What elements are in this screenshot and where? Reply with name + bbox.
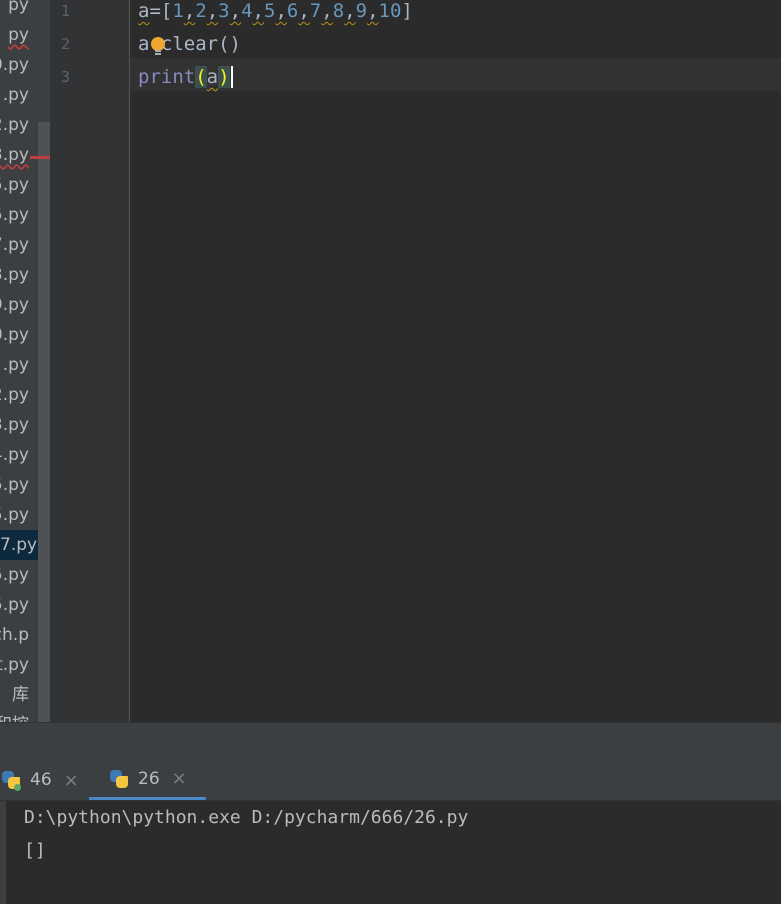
console-output-line: [] (24, 840, 46, 861)
tree-file-item[interactable]: .py (3, 80, 29, 110)
number: 8 (332, 0, 345, 22)
number: 2 (195, 0, 207, 22)
tree-file-item[interactable]: 5.py (0, 200, 29, 230)
number: 3 (218, 0, 230, 22)
comma: , (252, 0, 264, 22)
console-toolbar-strip (0, 801, 6, 904)
tree-file-item[interactable]: 4.py (0, 440, 29, 470)
tree-file-item[interactable]: 2.py (0, 380, 29, 410)
tree-file-item[interactable]: st.py (0, 650, 29, 680)
tree-scrollbar[interactable] (38, 122, 50, 760)
operator: = (149, 0, 161, 22)
paren-close: ) (218, 66, 230, 88)
tree-file-item[interactable]: 7.py (0, 230, 29, 260)
builtin-print: print (138, 66, 196, 88)
close-icon[interactable]: × (172, 768, 187, 789)
paren-open: ( (195, 66, 207, 88)
close-icon[interactable]: × (64, 770, 79, 791)
tree-file-item[interactable]: 3.py (0, 410, 29, 440)
comma: , (344, 0, 356, 22)
tree-file-item[interactable]: 2.py (0, 110, 29, 140)
comma: , (206, 0, 219, 22)
tree-file-item[interactable]: 0.py (0, 320, 29, 350)
run-console[interactable]: D:\python\python.exe D:/pycharm/666/26.p… (0, 801, 781, 904)
tree-file-item[interactable]: ratch.p (0, 620, 29, 650)
tab-run-46[interactable]: 46 × (0, 760, 79, 800)
var-a: a (138, 33, 150, 55)
number: 9 (355, 0, 368, 22)
number: 1 (172, 0, 184, 22)
number: 7 (309, 0, 322, 22)
line-number: 3 (61, 68, 71, 86)
project-tree: pypy0.py.py2.py3.py5.py5.py7.py3.py9.py0… (0, 0, 50, 760)
lightbulb-icon[interactable] (151, 37, 165, 55)
python-icon (108, 768, 130, 790)
tab-run-26[interactable]: 26 × (89, 760, 206, 800)
tree-file-item[interactable]: 9.py (0, 290, 29, 320)
editor-gutter: 1 2 3 (50, 0, 130, 722)
comma: , (321, 0, 333, 22)
tree-file-item[interactable]: py (8, 0, 29, 20)
tree-file-item[interactable]: .py (3, 350, 29, 380)
comma: , (183, 0, 196, 22)
comma: , (275, 0, 287, 22)
var-a: a (138, 0, 150, 22)
tree-file-item[interactable]: 库 (12, 680, 29, 710)
tree-file-item[interactable]: 5.py (0, 560, 29, 590)
console-command-line: D:\python\python.exe D:/pycharm/666/26.p… (24, 807, 469, 828)
number: 5 (263, 0, 276, 22)
tree-file-item[interactable]: 5.py (0, 500, 29, 530)
python-icon (0, 769, 22, 791)
number: 10 (378, 0, 402, 22)
line-number: 1 (61, 2, 71, 20)
bracket: [ (160, 0, 173, 22)
tree-file-item[interactable]: 5.py (0, 590, 29, 620)
number: 4 (241, 0, 253, 22)
method-call: clear() (160, 33, 241, 55)
comma: , (298, 0, 310, 22)
tab-label: 26 (138, 768, 160, 789)
line-number: 2 (61, 35, 71, 53)
code-line-1[interactable]: a=[1,2,3,4,5,6,7,8,9,10] (138, 0, 413, 33)
comma: , (367, 0, 379, 22)
editor-bottom-divider (0, 722, 781, 761)
tree-file-item[interactable]: 3.py (0, 140, 29, 170)
tree-file-item[interactable]: 5.py (0, 170, 29, 200)
run-tabs-bar: 46 × 26 × (0, 760, 781, 801)
comma: , (229, 0, 242, 22)
var-a: a (206, 66, 219, 88)
error-marker (30, 156, 50, 159)
tree-file-item[interactable]: 3.py (0, 260, 29, 290)
tree-file-item[interactable]: py (8, 20, 29, 50)
text-cursor (230, 66, 233, 88)
tab-label: 46 (30, 770, 52, 790)
number: 6 (286, 0, 299, 22)
tree-file-item[interactable]: 5.py (0, 470, 29, 500)
code-line-3[interactable]: print(a) (138, 66, 233, 99)
bracket: ] (401, 0, 413, 22)
tree-file-item[interactable]: 0.py (0, 50, 29, 80)
